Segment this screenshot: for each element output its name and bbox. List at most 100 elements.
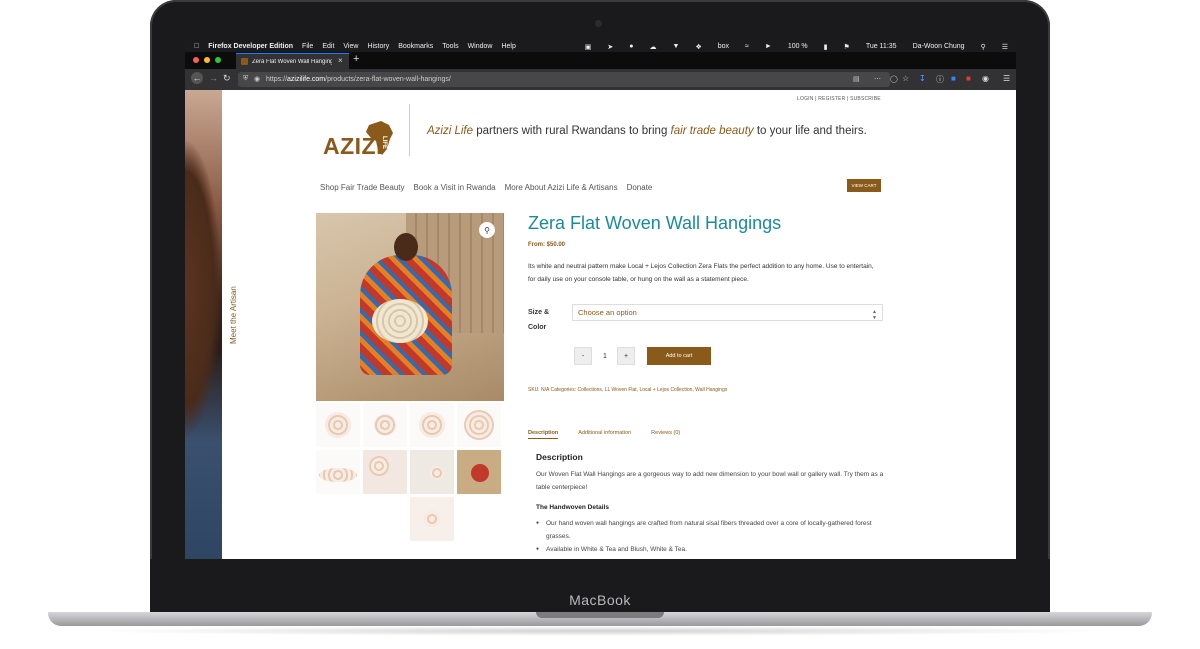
thumbnail-7[interactable]	[410, 450, 454, 494]
site-logo[interactable]: AZIZI	[323, 133, 383, 160]
menu-file[interactable]: File	[302, 43, 313, 50]
product-categories[interactable]: Categories: Collections, LL Woven Flat, …	[549, 387, 728, 393]
add-to-cart-button[interactable]: Add to cart	[647, 347, 711, 365]
artisan-banner-image[interactable]	[185, 90, 222, 559]
back-icon[interactable]: ←	[191, 72, 203, 84]
product-main-image[interactable]: ⚲	[316, 213, 504, 401]
menu-history[interactable]: History	[367, 43, 389, 50]
search-icon[interactable]: ⚲	[981, 43, 986, 51]
close-window-icon[interactable]	[193, 57, 199, 63]
bookmark-star-icon[interactable]: ☆	[902, 74, 909, 83]
minimize-window-icon[interactable]	[204, 57, 210, 63]
qty-input[interactable]: 1	[597, 347, 613, 365]
select-arrows-icon: ▲ ▼	[872, 309, 877, 321]
thumbnail-1[interactable]	[316, 403, 360, 447]
tab-description[interactable]: Description	[528, 430, 559, 439]
cloud-icon[interactable]: ☁	[650, 43, 657, 51]
new-tab-icon[interactable]: +	[353, 53, 359, 65]
menu-view[interactable]: View	[343, 43, 358, 50]
qty-minus-button[interactable]: -	[574, 347, 592, 365]
menu-edit[interactable]: Edit	[322, 43, 334, 50]
thumbnail-8[interactable]	[457, 450, 501, 494]
apple-icon[interactable]: 	[194, 43, 199, 50]
qty-plus-button[interactable]: +	[617, 347, 635, 365]
nav-shop[interactable]: Shop Fair Trade Beauty	[320, 183, 405, 192]
thumbnail-hanging	[419, 412, 445, 438]
thumbnail-5[interactable]	[316, 450, 360, 494]
menubar:  Firefox Developer Edition File Edit Vi…	[185, 41, 1016, 52]
thumbnail-6[interactable]	[363, 450, 407, 494]
box-icon[interactable]: box	[718, 43, 729, 50]
image-basket	[372, 299, 428, 343]
menu-bookmarks[interactable]: Bookmarks	[398, 43, 433, 50]
volume-icon[interactable]: ►	[765, 43, 772, 50]
menubar-app-name[interactable]: Firefox Developer Edition	[208, 43, 293, 50]
product-title: Zera Flat Woven Wall Hangings	[528, 213, 782, 233]
size-color-select[interactable]: Choose an option ▲ ▼	[572, 304, 883, 321]
battery-icon[interactable]: ▮	[824, 43, 828, 51]
tab-reviews[interactable]: Reviews (0)	[651, 430, 680, 439]
dropbox-icon[interactable]: ❖	[695, 43, 701, 51]
details-list: Our hand woven wall hangings are crafted…	[536, 517, 876, 556]
tracking-shield-icon[interactable]: ⛨	[243, 75, 248, 83]
tagline-brand: Azizi Life	[427, 125, 474, 137]
nav-book-visit[interactable]: Book a Visit in Rwanda	[414, 183, 496, 192]
telegram-icon[interactable]: ➤	[607, 43, 613, 51]
meet-the-artisan-link[interactable]: Meet the Artisan	[229, 286, 238, 344]
view-cart-button[interactable]: VIEW CART	[847, 179, 881, 192]
nav-about[interactable]: More About Azizi Life & Artisans	[505, 183, 618, 192]
handwoven-heading: The Handwoven Details	[536, 504, 609, 511]
product-meta: SKU: N/A Categories: Collections, LL Wov…	[528, 387, 727, 393]
download-icon[interactable]: ↧	[919, 74, 926, 83]
chat-icon[interactable]: ●	[629, 43, 633, 50]
more-icon[interactable]: ⋯	[874, 75, 881, 83]
laptop-shadow	[80, 626, 1120, 636]
clock[interactable]: Tue 11:35	[866, 43, 897, 50]
site-tagline: Azizi Life partners with rural Rwandans …	[427, 125, 867, 137]
account-links[interactable]: LOGIN | REGISTER | SUBSCRIBE	[797, 96, 881, 102]
info-icon[interactable]: ⓘ	[936, 74, 944, 85]
close-tab-icon[interactable]: ×	[338, 56, 343, 65]
url-bar[interactable]: ⛨ ◉ https://azizilife.com/products/zera-…	[238, 72, 909, 87]
pocket-icon[interactable]: ◯	[890, 75, 898, 83]
url-text: https://azizilife.com/products/zera-flat…	[266, 76, 451, 83]
tagline-text-2: to your life and theirs.	[753, 125, 867, 137]
logo-divider	[409, 104, 410, 156]
reload-icon[interactable]: ↻	[223, 73, 231, 84]
maximize-window-icon[interactable]	[215, 57, 221, 63]
tagline-highlight: fair trade beauty	[670, 125, 754, 137]
thumbnail-2[interactable]	[363, 403, 407, 447]
product-price: From: $50.00	[528, 242, 566, 248]
screenshot-icon[interactable]: ▣	[585, 43, 592, 51]
profile-icon[interactable]: ◉	[982, 74, 989, 83]
thumbnail-3[interactable]	[410, 403, 454, 447]
forward-icon[interactable]: →	[209, 73, 218, 83]
screen:  Firefox Developer Edition File Edit Vi…	[185, 41, 1016, 559]
extension-red-icon[interactable]: ■	[966, 74, 971, 83]
tab-additional-information[interactable]: Additional information	[578, 430, 631, 439]
tab-title: Zera Flat Woven Wall Hangings	[252, 58, 332, 65]
menu-window[interactable]: Window	[468, 43, 493, 50]
extension-s-icon[interactable]: ■	[951, 74, 956, 83]
product-sku: SKU: N/A	[528, 387, 550, 393]
web-page: Meet the Artisan LOGIN | REGISTER | SUBS…	[185, 90, 1016, 559]
reader-view-icon[interactable]: ▤	[853, 75, 860, 83]
logo-life: LIFE	[381, 136, 387, 149]
thumbnail-4[interactable]	[457, 403, 501, 447]
hamburger-menu-icon[interactable]: ☰	[1003, 74, 1010, 83]
tab-active[interactable]: Zera Flat Woven Wall Hangings ×	[236, 53, 349, 69]
menu-tools[interactable]: Tools	[442, 43, 458, 50]
thumbnail-9[interactable]	[410, 497, 454, 541]
shield-icon[interactable]: ▼	[673, 43, 680, 50]
lock-icon[interactable]: ◉	[254, 75, 260, 83]
list-icon[interactable]: ☰	[1002, 43, 1008, 51]
thumbnail-hanging	[325, 412, 351, 438]
nav-donate[interactable]: Donate	[627, 183, 653, 192]
wifi-icon[interactable]: ≈	[745, 43, 749, 50]
tagline-text-1: partners with rural Rwandans to bring	[473, 125, 671, 137]
user-name[interactable]: Da-Woon Chung	[913, 43, 965, 50]
menu-help[interactable]: Help	[501, 43, 515, 50]
flag-icon[interactable]: ⚑	[844, 43, 850, 51]
zoom-icon[interactable]: ⚲	[479, 222, 495, 238]
favicon-icon	[241, 58, 248, 65]
